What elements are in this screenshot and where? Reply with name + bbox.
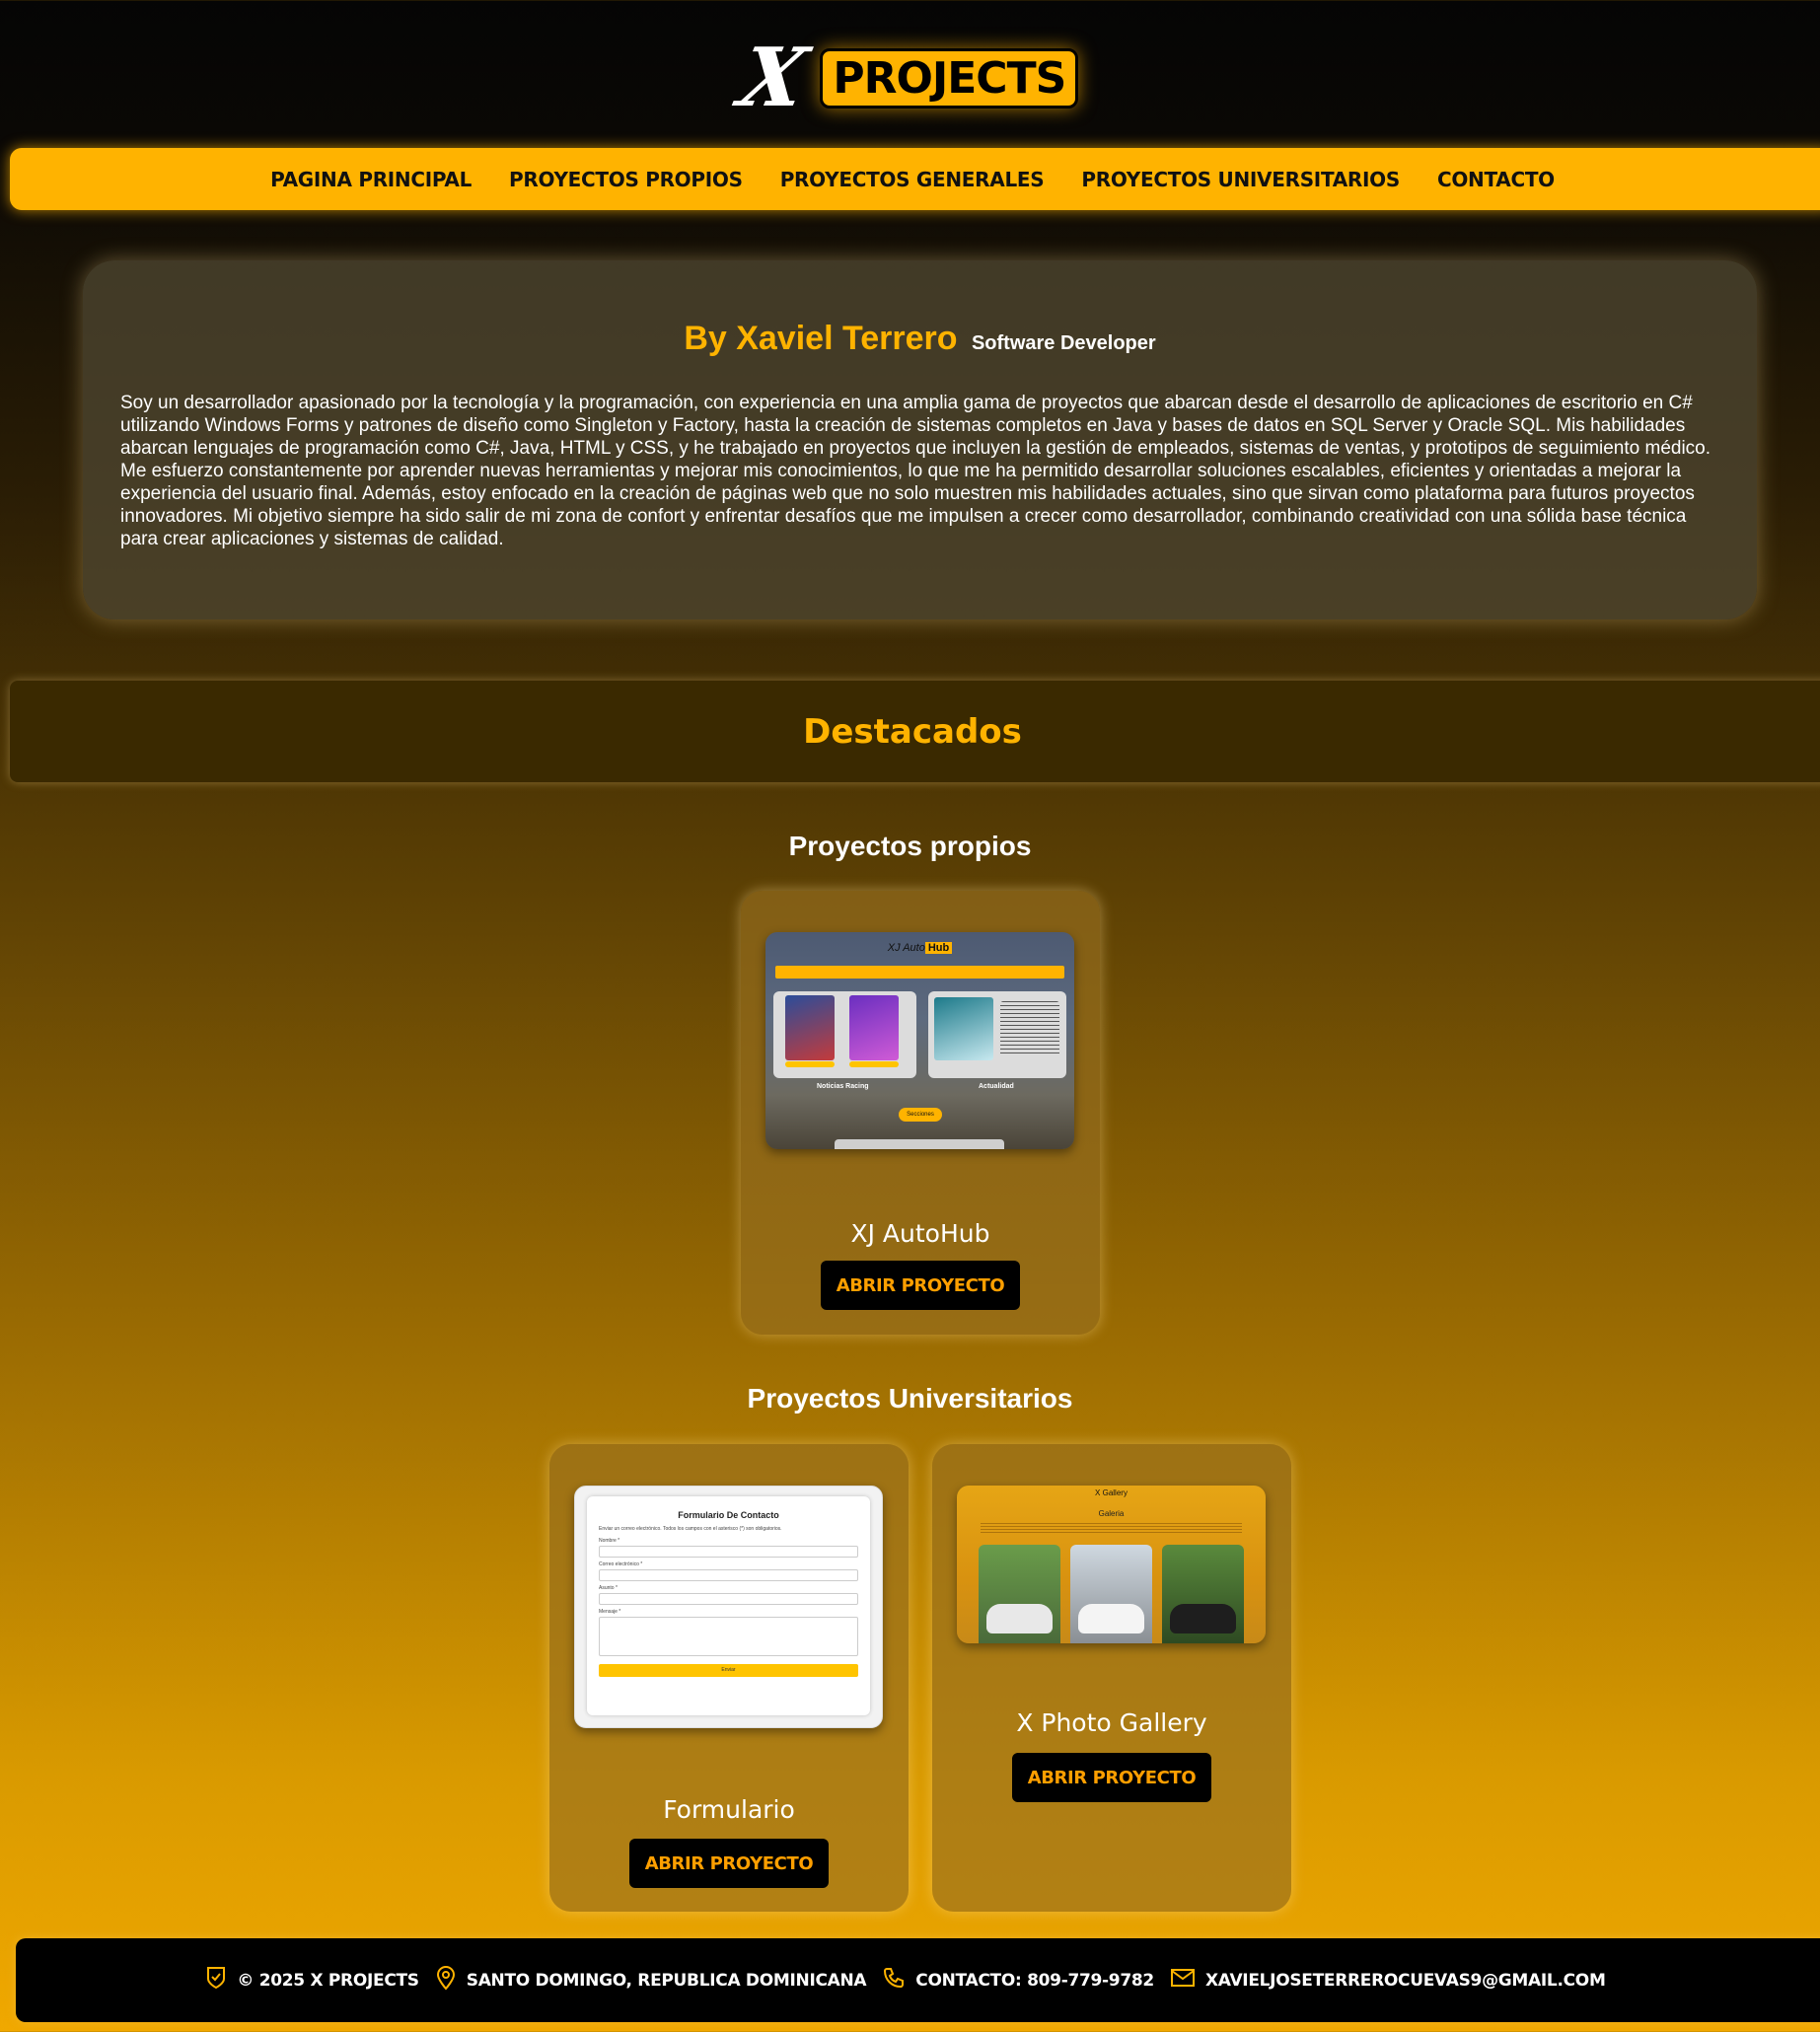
nav-item-proyectos-universitarios[interactable]: PROYECTOS UNIVERSITARIOS: [1081, 168, 1400, 191]
open-project-button[interactable]: ABRIR PROYECTO: [821, 1261, 1020, 1310]
thumb-form-label: Mensaje *: [599, 1609, 621, 1615]
thumb-form-title: Formulario De Contacto: [678, 1510, 779, 1520]
project-title: Formulario: [663, 1795, 795, 1824]
main-nav: PAGINA PRINCIPAL PROYECTOS PROPIOS PROYE…: [10, 148, 1820, 210]
project-thumbnail[interactable]: XJ Auto Hub Noticias Racing Actualidad Se…: [765, 932, 1074, 1149]
thumb-form-input: [599, 1593, 858, 1605]
project-card-xj-autohub: XJ Auto Hub Noticias Racing Actualidad Se…: [741, 891, 1100, 1335]
thumb-form-textarea: [599, 1617, 858, 1656]
thumb-form-input: [599, 1546, 858, 1558]
about-text: Soy un desarrollador apasionado por la t…: [120, 393, 1711, 549]
own-projects-title: Proyectos propios: [788, 831, 1032, 861]
location-pin-icon: [435, 1965, 457, 1996]
thumb-label: Actualidad: [979, 1083, 1014, 1090]
footer-phone[interactable]: CONTACTO: 809-779-9782: [915, 1971, 1154, 1991]
thumb-form-label: Correo electrónico *: [599, 1561, 643, 1567]
project-thumbnail[interactable]: X Gallery Galeria: [957, 1486, 1266, 1643]
nav-item-pagina-principal[interactable]: PAGINA PRINCIPAL: [270, 168, 472, 191]
thumb-image: [849, 995, 899, 1060]
project-title: XJ AutoHub: [850, 1219, 990, 1248]
nav-item-proyectos-propios[interactable]: PROYECTOS PROPIOS: [509, 168, 743, 191]
thumb-image: [849, 1061, 899, 1067]
thumb-form-label: Asunto *: [599, 1585, 618, 1591]
thumb-image: [1000, 1001, 1059, 1056]
thumb-footer: [835, 1139, 1004, 1149]
thumb-photo: [979, 1545, 1060, 1643]
open-project-button[interactable]: ABRIR PROYECTO: [1012, 1753, 1211, 1802]
thumb-form-input: [599, 1569, 858, 1581]
thumb-image: [785, 995, 835, 1060]
thumb-image: [934, 997, 993, 1060]
logo-text: PROJECTS: [820, 47, 1079, 109]
logo-mark: X: [731, 31, 815, 125]
uni-projects-title: Proyectos Universitarios: [747, 1383, 1073, 1414]
thumb-form-label: Nombre *: [599, 1538, 620, 1544]
thumb-form-button: Enviar: [599, 1664, 858, 1677]
phone-icon: [882, 1966, 906, 1996]
thumb-form-sub: Enviar un correo electrónico. Todos los …: [599, 1526, 782, 1532]
thumb-gallery-top: X Gallery: [1095, 1488, 1128, 1497]
nav-item-proyectos-generales[interactable]: PROYECTOS GENERALES: [780, 168, 1045, 191]
shield-check-icon: [205, 1966, 227, 1996]
project-title: X Photo Gallery: [1016, 1708, 1207, 1737]
nav-item-contacto[interactable]: CONTACTO: [1437, 168, 1555, 191]
thumb-gallery-sub: Galeria: [1098, 1509, 1125, 1518]
author-name: By Xaviel Terrero: [684, 320, 958, 357]
project-thumbnail[interactable]: Formulario De Contacto Enviar un correo …: [574, 1486, 883, 1728]
thumb-brand: XJ Auto Hub: [765, 942, 1074, 954]
thumb-label: Noticias Racing: [817, 1083, 869, 1090]
thumb-photo: [1162, 1545, 1244, 1643]
thumb-form: Formulario De Contacto Enviar un correo …: [587, 1496, 870, 1715]
about-card: By Xaviel Terrero Software Developer Soy…: [83, 260, 1757, 619]
featured-title: Destacados: [803, 711, 1022, 752]
footer: © 2025 X PROJECTS SANTO DOMINGO, REPUBLI…: [16, 1938, 1820, 2022]
thumb-gallery-desc: [981, 1523, 1242, 1535]
project-card-formulario: Formulario De Contacto Enviar un correo …: [549, 1444, 909, 1912]
footer-location: SANTO DOMINGO, REPUBLICA DOMINICANA: [466, 1970, 867, 1991]
thumb-nav-bar: [775, 966, 1064, 979]
project-card-x-photo-gallery: X Gallery Galeria X Photo Gallery ABRIR …: [932, 1444, 1291, 1912]
thumb-photo: [1070, 1545, 1152, 1643]
open-project-button[interactable]: ABRIR PROYECTO: [629, 1839, 829, 1888]
footer-email[interactable]: XAVIELJOSETERREROCUEVAS9@GMAIL.COM: [1205, 1971, 1606, 1991]
about-header: By Xaviel Terrero Software Developer: [120, 320, 1719, 358]
footer-copyright: © 2025 X PROJECTS: [237, 1970, 419, 1991]
thumb-pill: Secciones: [899, 1108, 942, 1122]
thumb-image: [785, 1061, 835, 1067]
author-role: Software Developer: [971, 332, 1156, 354]
site-logo[interactable]: X PROJECTS: [0, 31, 1820, 125]
featured-banner: Destacados: [10, 681, 1820, 782]
mail-icon: [1170, 1968, 1196, 1994]
